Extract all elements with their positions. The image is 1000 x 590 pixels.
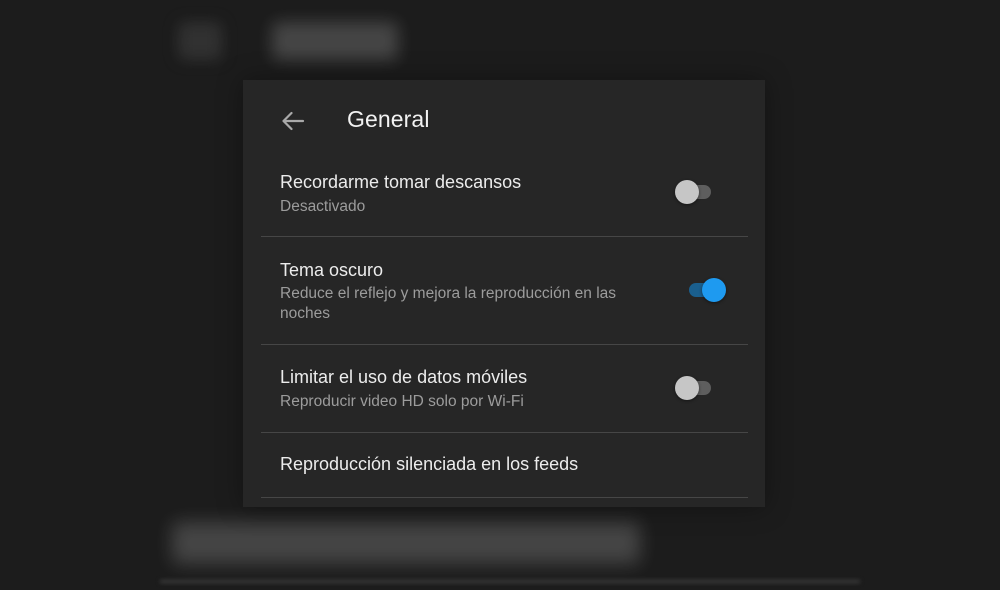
setting-title: Tema oscuro bbox=[280, 260, 384, 280]
setting-subtitle: Desactivado bbox=[280, 198, 366, 215]
setting-row-limit-mobile-data[interactable]: Limitar el uso de datos móviles Reproduc… bbox=[261, 345, 748, 433]
page-title: General bbox=[347, 106, 430, 132]
back-button[interactable] bbox=[273, 104, 313, 138]
toggle-knob bbox=[675, 376, 699, 400]
break-reminder-toggle[interactable] bbox=[675, 180, 715, 204]
setting-subtitle: Reduce el reflejo y mejora la reproducci… bbox=[280, 285, 617, 322]
settings-panel: General Recordarme tomar descansos Desac… bbox=[243, 80, 765, 507]
setting-title: Reproducción silenciada en los feeds bbox=[280, 454, 579, 474]
setting-subtitle: Reproducir video HD solo por Wi-Fi bbox=[280, 393, 524, 410]
setting-row-muted-playback[interactable]: Reproducción silenciada en los feeds bbox=[261, 433, 748, 498]
dark-theme-toggle[interactable] bbox=[685, 278, 726, 302]
panel-header: General bbox=[243, 80, 765, 160]
setting-title: Recordarme tomar descansos bbox=[280, 172, 522, 192]
setting-row-break-reminder[interactable]: Recordarme tomar descansos Desactivado bbox=[261, 160, 748, 237]
toggle-knob bbox=[675, 180, 699, 204]
setting-title: Limitar el uso de datos móviles bbox=[280, 367, 528, 387]
setting-row-dark-theme[interactable]: Tema oscuro Reduce el reflejo y mejora l… bbox=[261, 237, 748, 345]
toggle-knob bbox=[702, 278, 726, 302]
arrow-left-icon bbox=[282, 111, 305, 131]
limit-mobile-data-toggle[interactable] bbox=[675, 376, 715, 400]
